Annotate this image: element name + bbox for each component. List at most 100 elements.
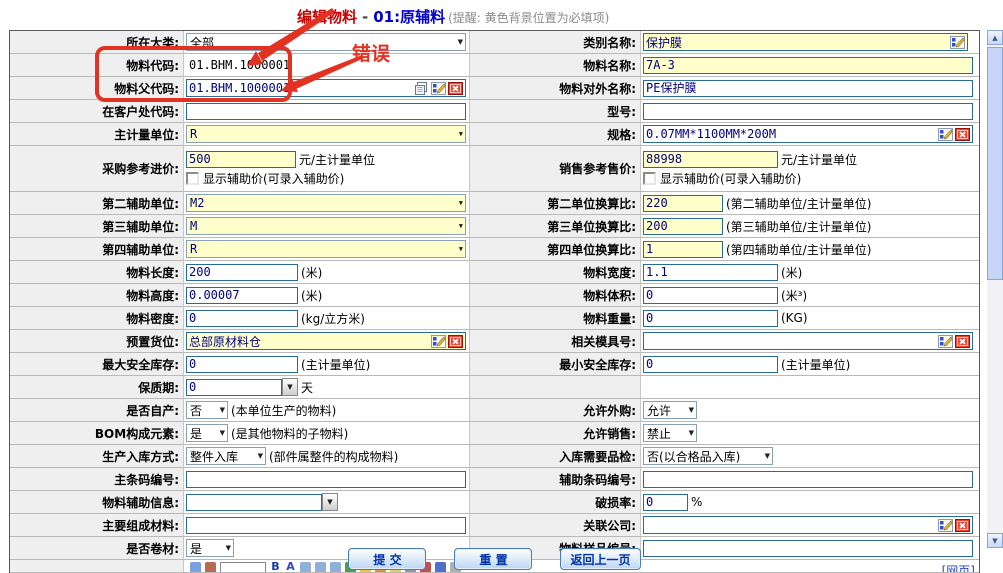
min-safe-stock-field-line: 0(主计量单位) <box>643 356 850 373</box>
clear-icon[interactable] <box>955 519 970 532</box>
external-name-input[interactable]: PE保护膜 <box>643 80 973 97</box>
ratio2-input[interactable]: 220 <box>643 195 723 212</box>
scroll-up-button[interactable]: ▲ <box>987 30 1003 45</box>
category-name-field[interactable]: 保护膜 <box>643 33 968 51</box>
length-input[interactable]: 200 <box>186 264 298 281</box>
volume-input[interactable]: 0 <box>643 287 778 304</box>
table-row: 在客户处代码:型号: <box>10 100 979 123</box>
field-label-sale-price: 销售参考售价: <box>470 146 641 191</box>
max-safe-stock-field-line: 0(主计量单位) <box>186 356 370 373</box>
edit-icon[interactable] <box>950 36 965 49</box>
scroll-down-button[interactable]: ▼ <box>987 533 1003 548</box>
inbound-inspection-select[interactable]: 否(以合格品入库)▼ <box>643 447 773 465</box>
width-input[interactable]: 1.1 <box>643 264 778 281</box>
customer-code-input[interactable] <box>186 103 466 120</box>
back-button[interactable]: 返回上一页 <box>560 548 640 570</box>
bom-element-select[interactable]: 是▼ <box>186 424 228 442</box>
major-category-field-line: 全部▼ <box>186 33 466 51</box>
ratio3-field-line: 200(第三辅助单位/主计量单位) <box>643 218 871 235</box>
ratio2-cell: 220(第二辅助单位/主计量单位) <box>641 192 979 214</box>
mold-no-field-icons <box>938 335 970 348</box>
title-required-hint: (提醒: 黄色背景位置为必填项) <box>448 11 609 25</box>
sale-price-input[interactable]: 88998 <box>643 151 778 168</box>
allow-sale-selected-value: 禁止 <box>647 425 671 442</box>
height-input[interactable]: 0.00007 <box>186 287 298 304</box>
bom-element-cell: 是▼(是其他物料的子物料) <box>184 422 470 444</box>
field-label-purchase-price: 采购参考进价: <box>10 146 184 191</box>
unit3-select[interactable]: M▼ <box>186 217 466 235</box>
material-name-cell: 7A-3 <box>641 54 979 76</box>
ratio4-input[interactable]: 1 <box>643 241 723 258</box>
unit4-cell: R▼ <box>184 238 470 260</box>
shelf-life-input[interactable]: 0 <box>186 379 282 396</box>
min-safe-stock-input[interactable]: 0 <box>643 356 778 373</box>
clear-icon[interactable] <box>448 335 463 348</box>
edit-icon[interactable] <box>938 128 953 141</box>
shelf-life-field-line: 0▼天 <box>186 378 313 396</box>
unit4-select[interactable]: R▼ <box>186 240 466 258</box>
field-label-external-name: 物料对外名称: <box>470 77 641 99</box>
max-safe-stock-input[interactable]: 0 <box>186 356 298 373</box>
self-produced-cell: 否▼(本单位生产的物料) <box>184 399 470 421</box>
aux-barcode-input[interactable] <box>643 471 973 488</box>
damage-rate-input[interactable]: 0 <box>643 494 688 511</box>
allow-purchase-select[interactable]: 允许▼ <box>643 401 697 419</box>
field-label-max-safe-stock: 最大安全库存: <box>10 353 184 375</box>
aux-barcode-field-line <box>643 471 973 488</box>
related-company-field[interactable] <box>643 516 973 534</box>
length-unit-note: (米) <box>301 264 322 281</box>
material-form: 所在大类:全部▼类别名称:保护膜物料代码:01.BHM.1000001物料名称:… <box>9 30 980 573</box>
clear-icon[interactable] <box>955 128 970 141</box>
table-row: 物料辅助信息:▼破损率:0% <box>10 491 979 514</box>
sale-price-aux-price-checkbox[interactable] <box>643 172 656 185</box>
edit-icon[interactable] <box>431 82 446 95</box>
inbound-mode-select[interactable]: 整件入库▼ <box>186 447 266 465</box>
edit-icon[interactable] <box>938 519 953 532</box>
field-label-main-material: 主要组成材料: <box>10 514 184 536</box>
preset-location-value: 总部原材料仓 <box>189 333 261 350</box>
main-material-input[interactable] <box>186 517 466 534</box>
major-category-select[interactable]: 全部▼ <box>186 33 466 51</box>
purchase-price-field-stack: 500元/主计量单位显示辅助价(可录入辅助价) <box>186 151 375 187</box>
edit-icon[interactable] <box>431 335 446 348</box>
ratio2-unit-note: (第二辅助单位/主计量单位) <box>726 195 871 212</box>
model-input[interactable] <box>643 103 973 120</box>
clear-icon[interactable] <box>448 82 463 95</box>
shelf-life-dropdown-button[interactable]: ▼ <box>282 378 298 396</box>
ratio3-cell: 200(第三辅助单位/主计量单位) <box>641 215 979 237</box>
aux-info-dropdown-button[interactable]: ▼ <box>322 493 338 511</box>
damage-rate-unit-note: % <box>691 495 702 509</box>
allow-sale-select[interactable]: 禁止▼ <box>643 424 697 442</box>
category-name-field-line: 保护膜 <box>643 33 968 51</box>
preset-location-field[interactable]: 总部原材料仓 <box>186 332 466 350</box>
related-company-field-line <box>643 516 973 534</box>
spec-cell: 0.07MM*1100MM*200M <box>641 123 979 145</box>
reset-button[interactable]: 重 置 <box>454 548 532 570</box>
copy-icon[interactable] <box>414 82 429 95</box>
weight-input[interactable]: 0 <box>643 310 778 327</box>
spec-field[interactable]: 0.07MM*1100MM*200M <box>643 125 973 143</box>
table-row: 主要组成材料:关联公司: <box>10 514 979 537</box>
density-input[interactable]: 0 <box>186 310 298 327</box>
model-cell <box>641 100 979 122</box>
ratio3-input[interactable]: 200 <box>643 218 723 235</box>
parent-code-field[interactable]: 01.BHM.1000001 <box>186 79 466 97</box>
main-unit-select[interactable]: R▼ <box>186 125 466 143</box>
aux-info-input[interactable] <box>186 494 322 511</box>
table-row: 生产入库方式:整件入库▼(部件属整件的构成物料)入库需要品检:否(以合格品入库)… <box>10 445 979 468</box>
purchase-price-input[interactable]: 500 <box>186 151 296 168</box>
purchase-price-aux-price-checkbox[interactable] <box>186 172 199 185</box>
unit2-select[interactable]: M2▼ <box>186 194 466 212</box>
material-name-input[interactable]: 7A-3 <box>643 57 973 74</box>
clear-icon[interactable] <box>955 335 970 348</box>
mold-no-field[interactable] <box>643 332 973 350</box>
submit-button[interactable]: 提 交 <box>348 548 426 570</box>
self-produced-select[interactable]: 否▼ <box>186 401 228 419</box>
field-label-allow-sale: 允许销售: <box>470 422 641 444</box>
aux-info-cell: ▼ <box>184 491 470 513</box>
scrollbar-thumb[interactable] <box>987 47 1003 280</box>
edit-icon[interactable] <box>938 335 953 348</box>
main-barcode-input[interactable] <box>186 471 466 488</box>
mold-no-cell <box>641 330 979 352</box>
height-field-line: 0.00007(米) <box>186 287 322 304</box>
